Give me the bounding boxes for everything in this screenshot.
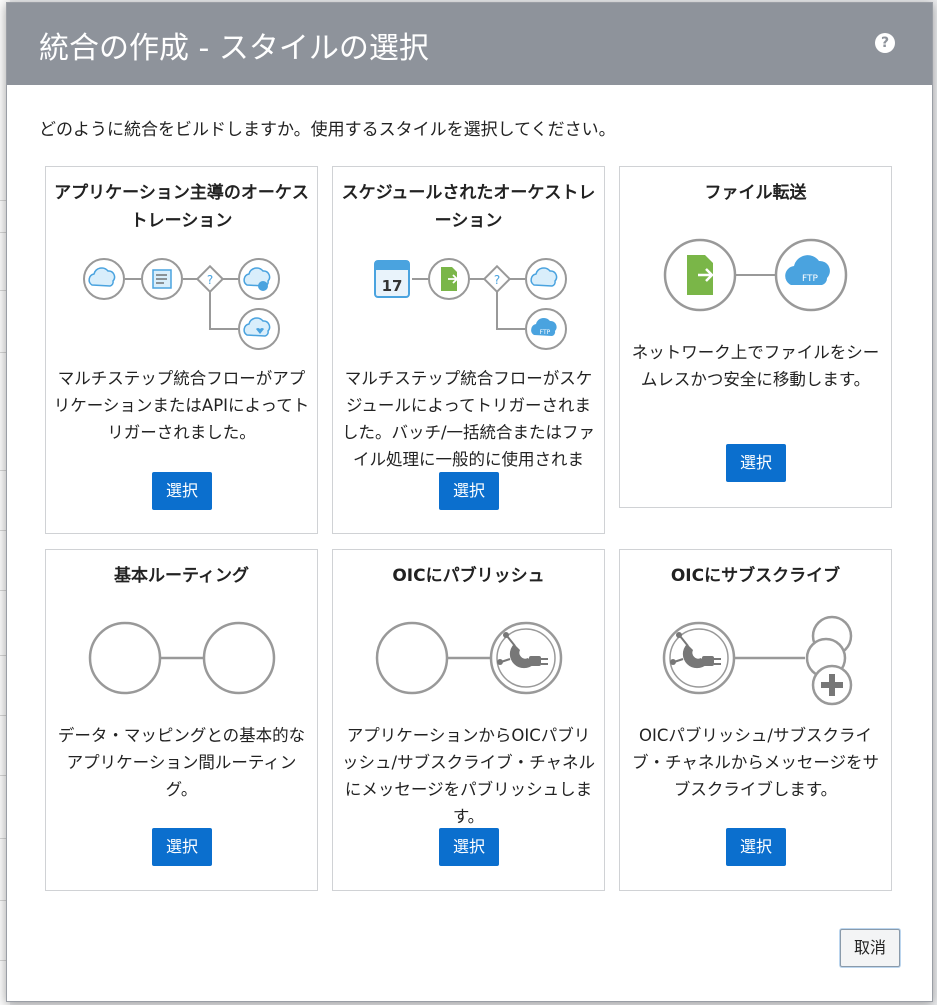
svg-text:FTP: FTP [540, 329, 551, 336]
card-title: OICにサブスクライブ [670, 566, 841, 586]
card-title: アプリケーション主導のオーケストレーション [54, 183, 309, 231]
add-node-icon [811, 664, 853, 706]
cloud-ftp-icon: FTP [525, 308, 567, 350]
cloud-icon [525, 258, 567, 300]
card-description: アプリケーションからOICパブリッシュ/サブスクライブ・チャネルにメッセージをパ… [342, 726, 595, 826]
card-title: OICにパブリッシュ [392, 566, 545, 586]
card-title: 基本ルーティング [114, 566, 249, 586]
create-integration-dialog: 統合の作成 - スタイルの選択 ? どのように統合をビルドしますか。使用するスタ… [6, 2, 933, 1002]
file-transfer-diagram: FTP [663, 238, 848, 312]
style-card-subscribe-oic: OICにサブスクライブ OICパブリッシュ/サブスクライブ・チャネルからメッセー… [619, 549, 892, 891]
publish-plug-icon [662, 621, 736, 695]
style-card-file-transfer: ファイル転送 FTP ネットワーク上でファイルをシームレスかつ安全に移動します。… [619, 166, 892, 508]
file-arrow-icon [663, 238, 737, 312]
file-arrow-icon [428, 258, 470, 300]
svg-text:FTP: FTP [802, 274, 819, 284]
select-button-file-transfer[interactable]: 選択 [726, 444, 786, 482]
select-button-scheduled[interactable]: 選択 [439, 472, 499, 510]
calendar-icon: 17 [374, 260, 410, 298]
select-button-subscribe-oic[interactable]: 選択 [726, 828, 786, 866]
card-description: データ・マッピングとの基本的なアプリケーション間ルーティング。 [57, 726, 306, 799]
style-card-app-driven: アプリケーション主導のオーケストレーション ? マルチステップ統合フローがアプリ… [45, 166, 318, 534]
svg-text:?: ? [494, 273, 500, 287]
card-title: スケジュールされたオーケストレーション [341, 183, 596, 231]
mapper-icon [141, 258, 183, 300]
cloud-dollar-icon [238, 258, 280, 300]
decision-icon: ? [195, 264, 225, 294]
card-description: OICパブリッシュ/サブスクライブ・チャネルからメッセージをサブスクライブします… [631, 726, 879, 799]
empty-node-icon [375, 621, 449, 695]
cloud-ftp-icon: FTP [774, 238, 848, 312]
dialog-subtitle: どのように統合をビルドしますか。使用するスタイルを選択してください。 [39, 120, 616, 140]
card-title: ファイル転送 [704, 183, 807, 203]
help-icon[interactable]: ? [875, 33, 895, 53]
dialog-title: 統合の作成 - スタイルの選択 [39, 31, 429, 66]
empty-node-icon [202, 621, 276, 695]
subscribe-oic-diagram [662, 615, 853, 706]
card-description: ネットワーク上でファイルをシームレスかつ安全に移動します。 [631, 343, 880, 389]
publish-oic-diagram [375, 621, 563, 695]
cloud-icon [83, 258, 125, 300]
style-card-scheduled: スケジュールされたオーケストレーション 17 ? FTP マルチステップ統合フロ… [332, 166, 605, 534]
select-button-basic-routing[interactable]: 選択 [152, 828, 212, 866]
cancel-button[interactable]: 取消 [840, 929, 900, 967]
cloud-heart-icon [238, 308, 280, 350]
card-description: マルチステップ統合フローがアプリケーションまたはAPIによってトリガーされました… [53, 369, 310, 442]
decision-icon: ? [482, 264, 512, 294]
svg-text:?: ? [207, 273, 213, 287]
publish-plug-icon [489, 621, 563, 695]
calendar-day: 17 [382, 277, 403, 295]
dialog-header: 統合の作成 - スタイルの選択 ? [7, 3, 932, 85]
select-button-publish-oic[interactable]: 選択 [439, 828, 499, 866]
style-card-publish-oic: OICにパブリッシュ アプリケーションからOICパブリッシュ/サブスクライブ・チ… [332, 549, 605, 891]
select-button-app-driven[interactable]: 選択 [152, 472, 212, 510]
empty-node-icon [88, 621, 162, 695]
basic-routing-diagram [88, 621, 276, 695]
style-card-basic-routing: 基本ルーティング データ・マッピングとの基本的なアプリケーション間ルーティング。… [45, 549, 318, 891]
